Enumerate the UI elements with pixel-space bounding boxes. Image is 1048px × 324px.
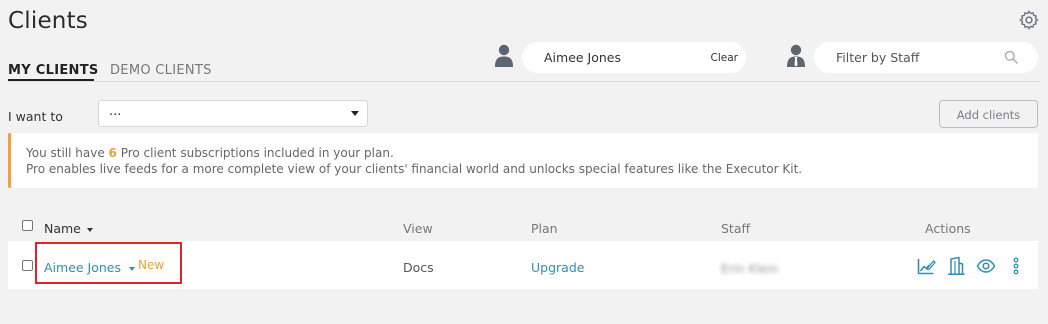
- tab-demo-clients[interactable]: DEMO CLIENTS: [110, 63, 212, 78]
- settings-icon[interactable]: [1018, 9, 1040, 31]
- tab-divider: [8, 81, 1040, 82]
- chevron-down-icon: [351, 111, 359, 116]
- staff-filter-input[interactable]: Filter by Staff: [814, 42, 1038, 73]
- column-header-actions: Actions: [925, 221, 971, 236]
- column-header-staff: Staff: [721, 221, 751, 236]
- row-checkbox[interactable]: [22, 260, 33, 271]
- add-clients-button[interactable]: Add clients: [939, 100, 1038, 128]
- building-icon[interactable]: [946, 256, 966, 276]
- i-want-to-label: I want to: [8, 109, 63, 124]
- page-title: Clients: [8, 8, 88, 34]
- column-header-view: View: [403, 221, 433, 236]
- staff-filter-placeholder: Filter by Staff: [836, 50, 920, 65]
- staff-person-icon: [787, 44, 805, 67]
- banner-line-2: Pro enables live feeds for a more comple…: [26, 162, 803, 176]
- tab-my-clients[interactable]: MY CLIENTS: [8, 63, 99, 78]
- column-header-plan: Plan: [531, 221, 558, 236]
- edit-chart-icon[interactable]: [916, 256, 936, 276]
- subscription-count: 6: [108, 146, 117, 160]
- column-header-name[interactable]: Name: [44, 221, 93, 236]
- client-filter-input[interactable]: Aimee Jones Clear: [522, 42, 746, 73]
- sort-caret-icon: [86, 227, 93, 232]
- banner-line-1: You still have 6 Pro client subscription…: [26, 146, 394, 160]
- eye-icon[interactable]: [976, 256, 996, 276]
- highlight-box: [35, 242, 182, 284]
- person-icon: [495, 44, 513, 67]
- search-icon[interactable]: [1004, 50, 1018, 64]
- select-all-checkbox[interactable]: [22, 220, 33, 231]
- client-filter-value: Aimee Jones: [544, 50, 622, 65]
- staff-name: Erin Klein: [721, 262, 778, 276]
- pro-subscription-banner: You still have 6 Pro client subscription…: [8, 133, 1038, 188]
- clear-button[interactable]: Clear: [711, 52, 738, 64]
- action-select-value: ...: [109, 104, 122, 119]
- upgrade-link[interactable]: Upgrade: [531, 260, 584, 275]
- action-select[interactable]: ...: [98, 100, 368, 127]
- more-vertical-icon[interactable]: [1006, 256, 1026, 276]
- view-cell: Docs: [403, 260, 434, 275]
